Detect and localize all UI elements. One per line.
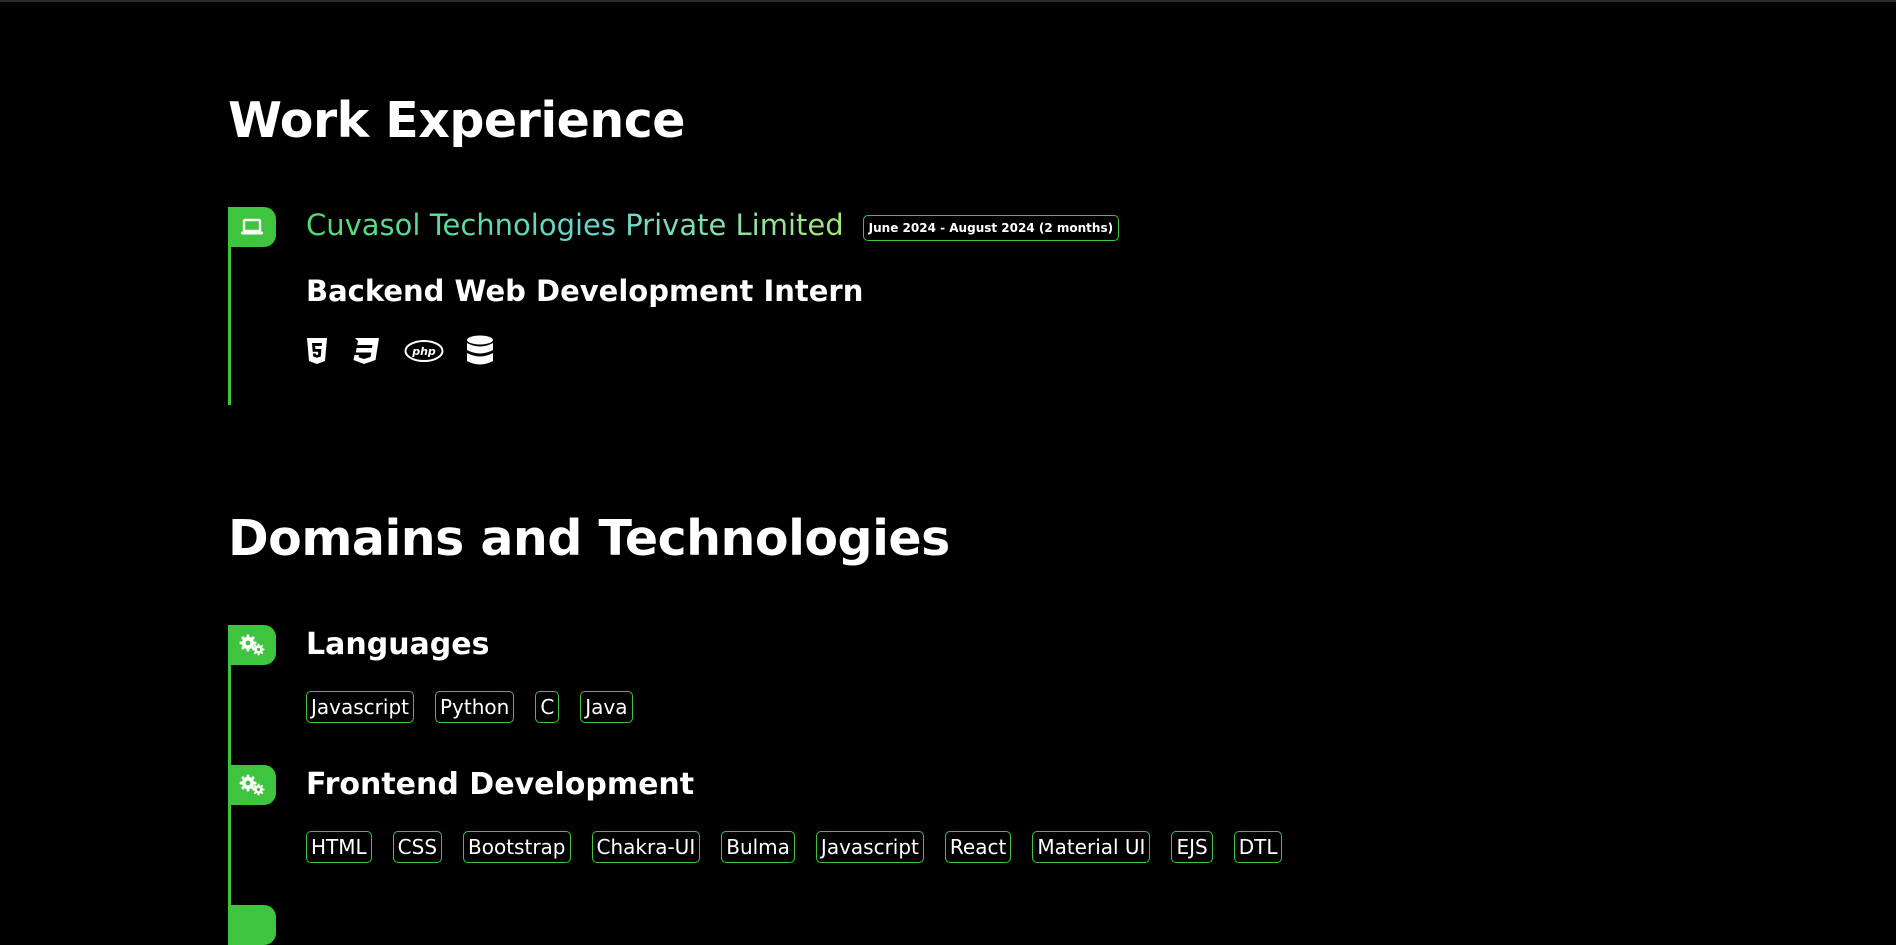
tech-icons: php [306, 335, 518, 371]
company-name: Cuvasol Technologies Private Limited [306, 208, 844, 242]
domains-title: Domains and Technologies [228, 510, 950, 567]
tag-html: HTML [306, 831, 372, 863]
tag-dtl: DTL [1233, 831, 1283, 863]
tag-javascript: Javascript [815, 831, 924, 863]
tag-bulma: Bulma [721, 831, 795, 863]
html5-icon [306, 337, 328, 369]
gears-icon [228, 765, 276, 805]
company-row: Cuvasol Technologies Private Limited Jun… [306, 208, 1120, 242]
tag-css: CSS [392, 831, 443, 863]
tag-ejs: EJS [1171, 831, 1213, 863]
tag-python: Python [434, 691, 515, 723]
languages-tags: Javascript Python C Java [306, 691, 654, 723]
tag-bootstrap: Bootstrap [463, 831, 571, 863]
date-badge: June 2024 - August 2024 (2 months) [862, 215, 1120, 241]
frontend-tags: HTML CSS Bootstrap Chakra-UI Bulma Javas… [306, 831, 1303, 863]
tag-javascript: Javascript [306, 691, 414, 723]
job-role: Backend Web Development Intern [306, 274, 864, 308]
database-icon [466, 335, 494, 371]
svg-text:php: php [411, 345, 436, 358]
tag-material-ui: Material UI [1032, 831, 1151, 863]
tag-c: C [535, 691, 560, 723]
tag-java: Java [580, 691, 633, 723]
languages-title: Languages [306, 627, 490, 662]
css3-icon [352, 337, 380, 369]
frontend-title: Frontend Development [306, 767, 695, 802]
gears-icon [228, 625, 276, 665]
work-experience-title: Work Experience [228, 92, 686, 149]
php-icon: php [404, 339, 444, 367]
laptop-icon [228, 207, 276, 247]
next-section-icon [228, 905, 276, 945]
tag-react: React [944, 831, 1012, 863]
top-border [0, 0, 1896, 2]
tag-chakra-ui: Chakra-UI [591, 831, 701, 863]
